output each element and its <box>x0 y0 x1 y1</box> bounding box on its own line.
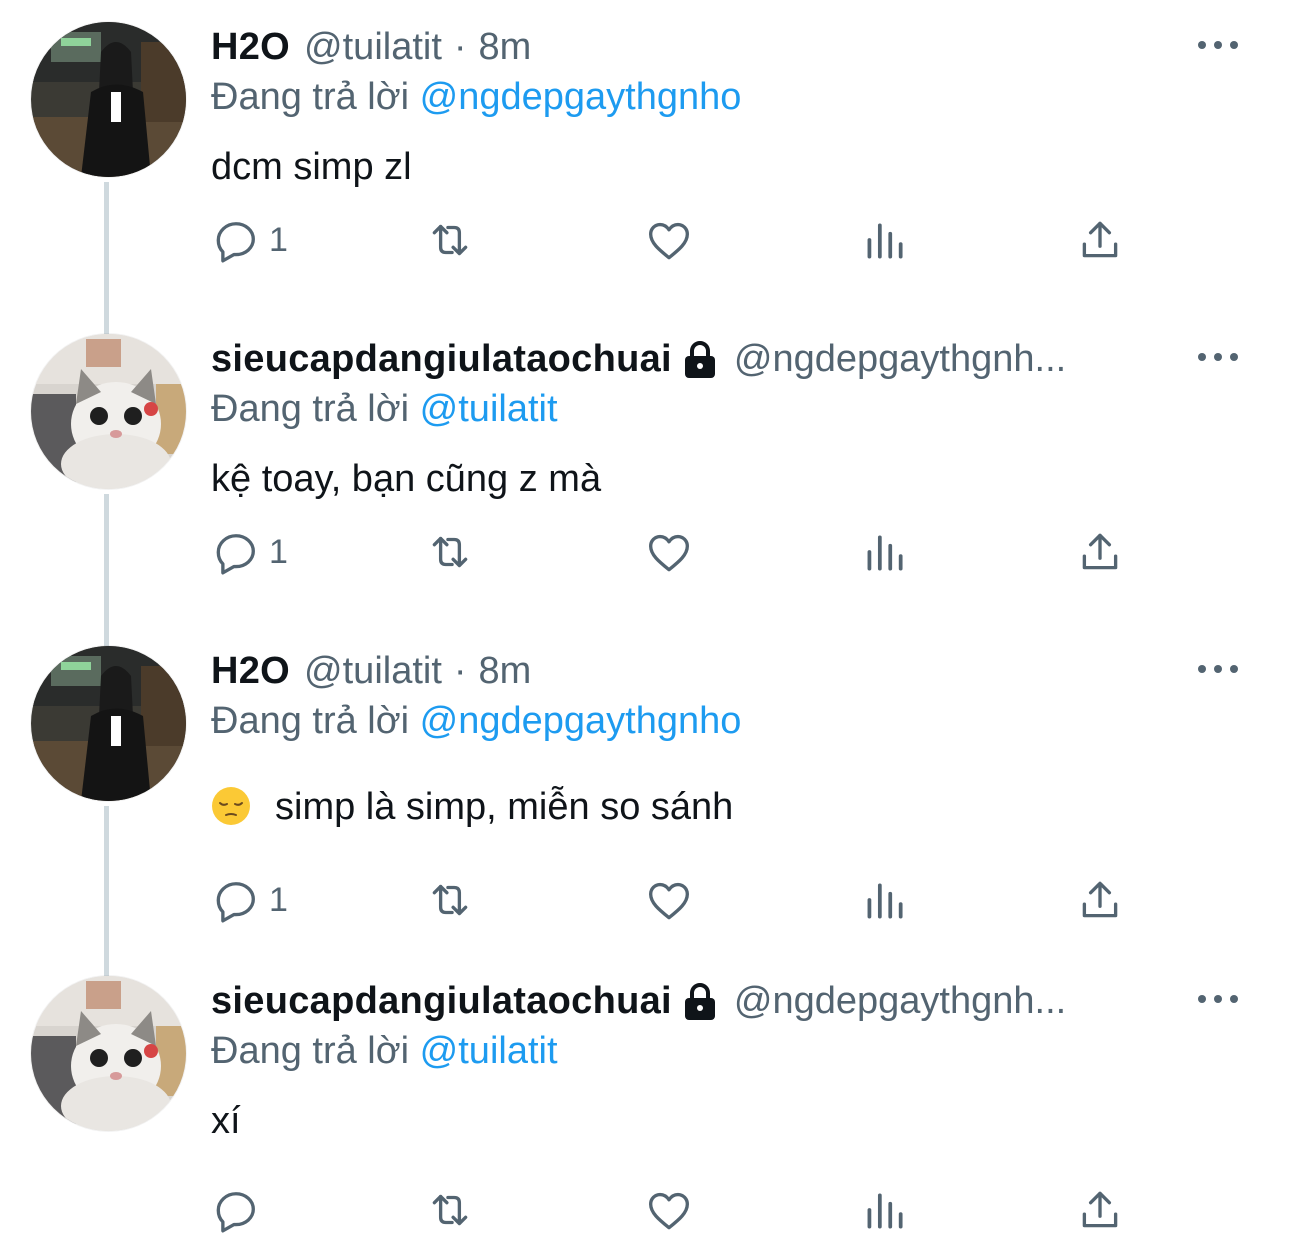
mention-link[interactable]: @tuilatit <box>420 1030 558 1072</box>
views-button[interactable] <box>859 1180 909 1240</box>
tweet[interactable]: sieucapdangiulataochuai @ngdepgaythgnh..… <box>0 954 1290 1260</box>
avatar[interactable] <box>31 334 186 489</box>
retweet-button[interactable] <box>425 870 475 930</box>
replying-label: Đang trả lời <box>211 1030 410 1072</box>
user-handle[interactable]: @ngdepgaythgnh... <box>734 338 1066 381</box>
replying-to: Đang trả lời @ngdepgaythgnho <box>211 76 741 119</box>
tweet-header: H2O @tuilatit · 8m <box>211 648 1185 694</box>
tweet[interactable]: sieucapdangiulataochuai @ngdepgaythgnh..… <box>0 312 1290 624</box>
mention-link[interactable]: @ngdepgaythgnho <box>420 700 742 742</box>
views-button[interactable] <box>859 870 909 930</box>
display-name[interactable]: sieucapdangiulataochuai <box>211 980 672 1023</box>
share-button[interactable] <box>1075 870 1125 930</box>
retweet-icon <box>432 884 468 916</box>
mention-link[interactable]: @tuilatit <box>420 388 558 430</box>
timestamp[interactable]: 8m <box>479 26 532 69</box>
heart-icon <box>649 882 689 920</box>
like-button[interactable] <box>644 522 694 582</box>
tweet-text: kệ toay, bạn cũng z mà <box>211 458 602 500</box>
reply-count: 1 <box>269 532 288 571</box>
separator-dot: · <box>453 25 467 68</box>
avatar[interactable] <box>31 646 186 801</box>
tweet-body: simp là simp, miễn so sánh <box>211 786 733 829</box>
timestamp[interactable]: 8m <box>479 650 532 693</box>
retweet-button[interactable] <box>425 1180 475 1240</box>
replying-to: Đang trả lời @tuilatit <box>211 1030 558 1073</box>
retweet-icon <box>432 1194 468 1226</box>
tweet-text: xí <box>211 1100 241 1142</box>
share-icon <box>1082 221 1118 258</box>
retweet-button[interactable] <box>425 210 475 270</box>
tweet[interactable]: H2O @tuilatit · 8m Đang trả lời @ngdepga… <box>0 0 1290 312</box>
replying-label: Đang trả lời <box>211 76 410 118</box>
reply-icon <box>216 1192 255 1233</box>
tweet-header: sieucapdangiulataochuai @ngdepgaythgnh..… <box>211 336 1185 382</box>
user-handle[interactable]: @tuilatit <box>304 650 442 693</box>
display-name[interactable]: H2O <box>211 26 290 69</box>
views-icon <box>867 1193 903 1229</box>
replying-label: Đang trả lời <box>211 700 410 742</box>
cat-photo-avatar <box>31 976 186 1131</box>
lock-icon <box>680 336 720 382</box>
tweet-actions: 1 <box>211 870 1211 930</box>
tweet-actions: 1 <box>211 210 1211 270</box>
avatar[interactable] <box>31 976 186 1131</box>
tweet-actions <box>211 1180 1211 1240</box>
replying-to: Đang trả lời @tuilatit <box>211 388 558 431</box>
like-button[interactable] <box>644 870 694 930</box>
tweet[interactable]: H2O @tuilatit · 8m Đang trả lời @ngdepga… <box>0 624 1290 954</box>
heart-icon <box>649 1192 689 1230</box>
share-icon <box>1082 1191 1118 1228</box>
cat-photo-avatar <box>31 334 186 489</box>
retweet-button[interactable] <box>425 522 475 582</box>
more-icon[interactable] <box>1198 984 1238 1014</box>
tweet-text: simp là simp, miễn so sánh <box>275 786 734 828</box>
share-button[interactable] <box>1075 1180 1125 1240</box>
lock-icon <box>680 978 720 1024</box>
share-button[interactable] <box>1075 210 1125 270</box>
reply-button[interactable] <box>211 1180 269 1240</box>
avatar[interactable] <box>31 22 186 177</box>
display-name[interactable]: H2O <box>211 650 290 693</box>
reply-icon <box>216 222 255 263</box>
share-button[interactable] <box>1075 522 1125 582</box>
replying-label: Đang trả lời <box>211 388 410 430</box>
mention-link[interactable]: @ngdepgaythgnho <box>420 76 742 118</box>
more-icon[interactable] <box>1198 342 1238 372</box>
heart-icon <box>649 222 689 260</box>
views-button[interactable] <box>859 210 909 270</box>
views-button[interactable] <box>859 522 909 582</box>
girl-photo-avatar <box>31 22 186 177</box>
reply-count: 1 <box>269 220 288 259</box>
views-icon <box>867 883 903 919</box>
display-name[interactable]: sieucapdangiulataochuai <box>211 338 672 381</box>
separator-dot: · <box>453 649 467 692</box>
reply-button[interactable]: 1 <box>211 522 288 582</box>
user-handle[interactable]: @tuilatit <box>304 26 442 69</box>
tweet-text: dcm simp zl <box>211 146 412 188</box>
replying-to: Đang trả lời @ngdepgaythgnho <box>211 700 741 743</box>
more-icon[interactable] <box>1198 30 1238 60</box>
pensive-face-emoji <box>211 786 251 826</box>
views-icon <box>867 535 903 571</box>
tweet-actions: 1 <box>211 522 1211 582</box>
heart-icon <box>649 534 689 572</box>
share-icon <box>1082 881 1118 918</box>
retweet-icon <box>432 536 468 568</box>
retweet-icon <box>432 224 468 256</box>
more-icon[interactable] <box>1198 654 1238 684</box>
reply-button[interactable]: 1 <box>211 210 288 270</box>
tweet-header: sieucapdangiulataochuai @ngdepgaythgnh..… <box>211 978 1185 1024</box>
reply-button[interactable]: 1 <box>211 870 288 930</box>
share-icon <box>1082 533 1118 570</box>
user-handle[interactable]: @ngdepgaythgnh... <box>734 980 1066 1023</box>
reply-icon <box>216 534 255 575</box>
girl-photo-avatar <box>31 646 186 801</box>
like-button[interactable] <box>644 1180 694 1240</box>
reply-icon <box>216 882 255 923</box>
like-button[interactable] <box>644 210 694 270</box>
reply-count: 1 <box>269 880 288 919</box>
tweet-header: H2O @tuilatit · 8m <box>211 24 1185 70</box>
views-icon <box>867 223 903 259</box>
